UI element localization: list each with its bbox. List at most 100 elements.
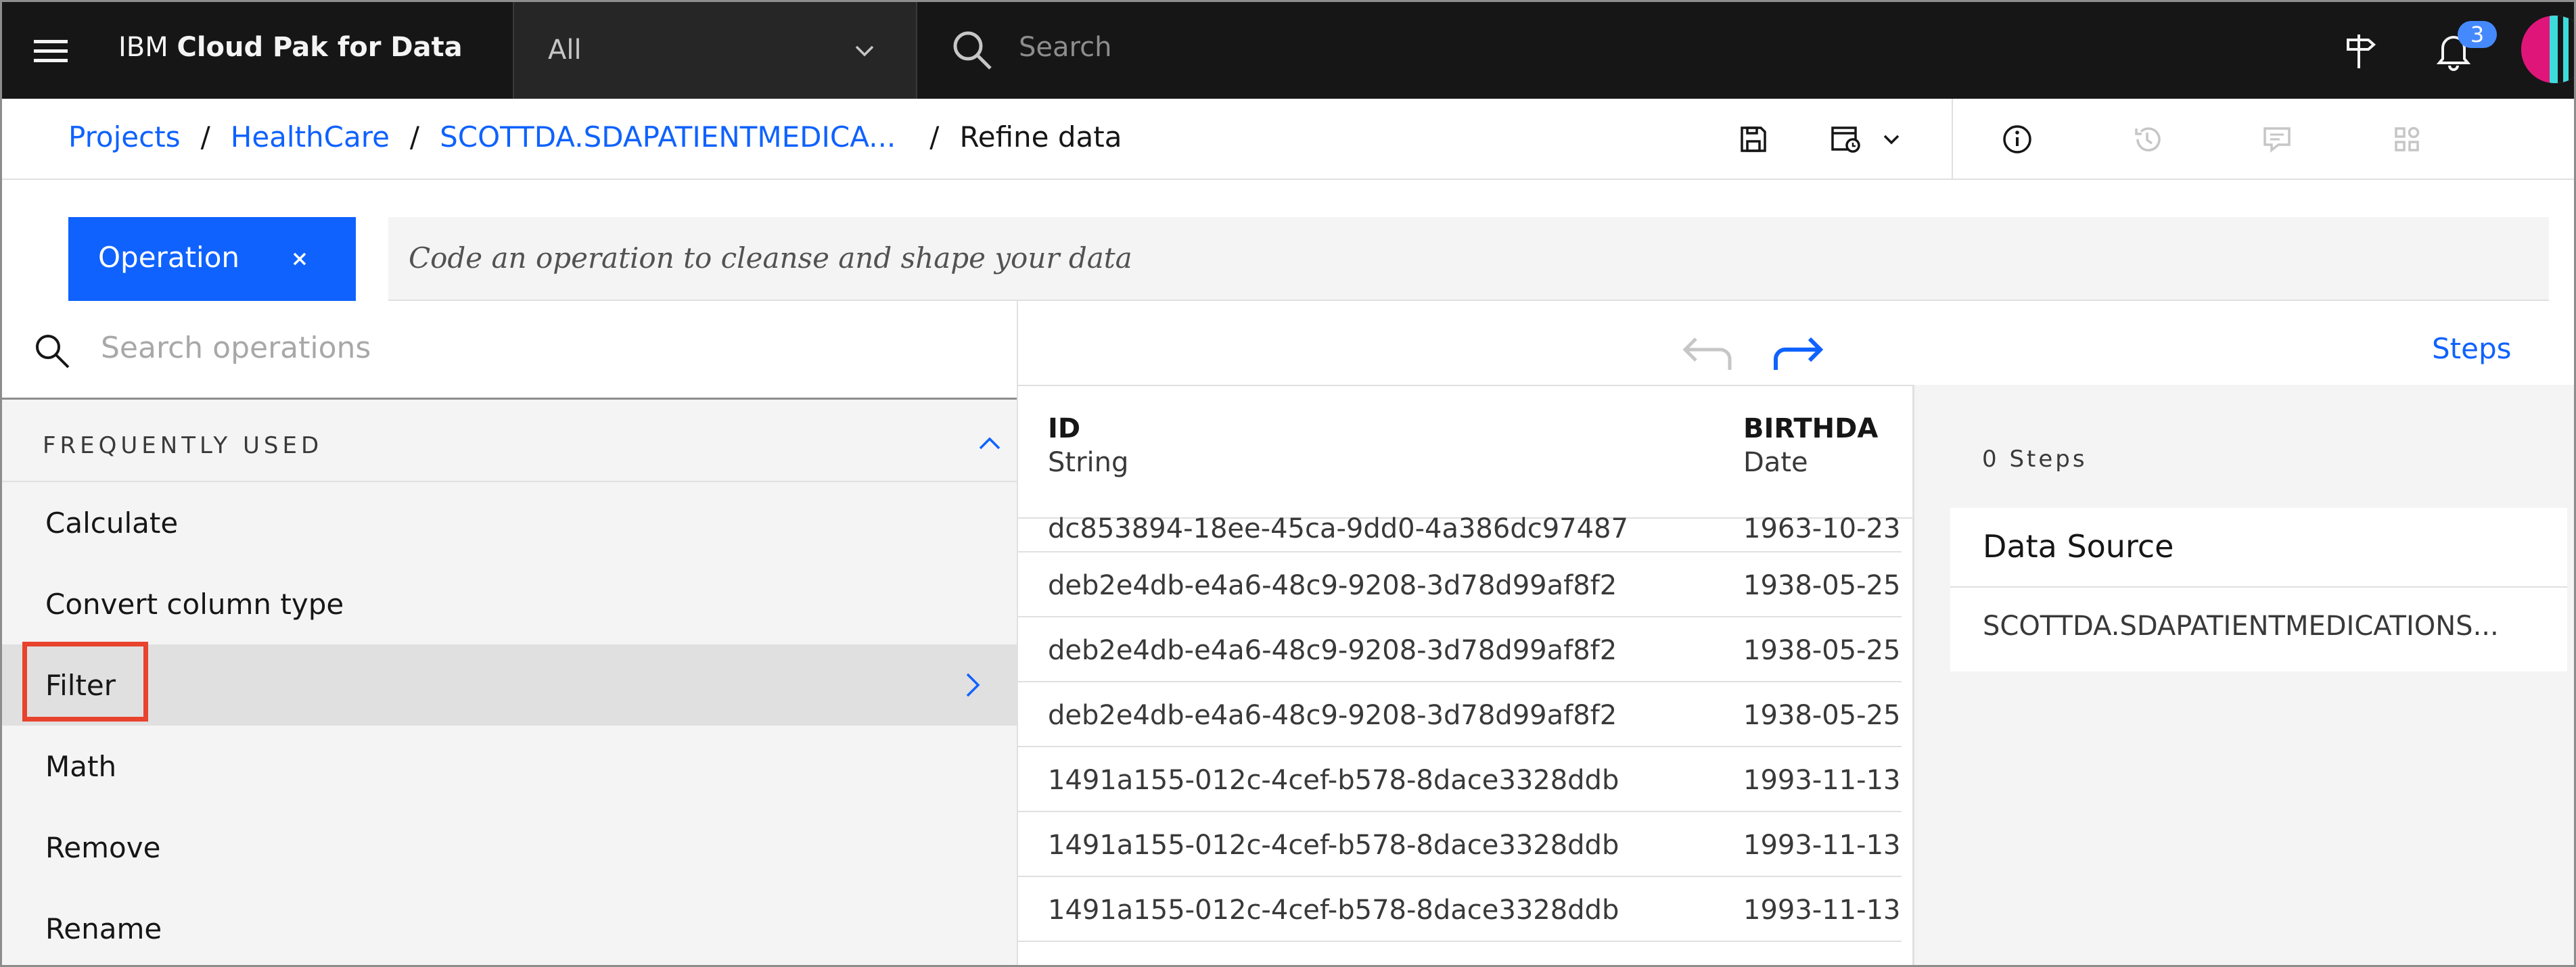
section-title: FREQUENTLY USED: [43, 432, 323, 459]
cell-birthdate: 1993-11-13: [1743, 765, 1901, 796]
card-divider: [1950, 586, 2567, 588]
table-row[interactable]: 1491a155-012c-4cef-b578-8dace3328ddb 199…: [1018, 877, 1902, 942]
undo-icon[interactable]: [1678, 332, 1736, 377]
operation-item-label: Math: [45, 750, 117, 783]
operations-search-input[interactable]: Search operations: [101, 331, 371, 365]
data-grid: ID String BIRTHDA Date dc853894-18ee-45c…: [1018, 385, 1914, 965]
operation-label: Operation: [98, 241, 240, 274]
operation-item-label: Rename: [45, 912, 162, 945]
operation-item-math[interactable]: Math: [2, 726, 1017, 807]
schedule-job-button[interactable]: [1815, 99, 1916, 180]
page-title: Refine data: [959, 120, 1122, 154]
redo-icon[interactable]: [1769, 332, 1827, 377]
product-name[interactable]: IBM Cloud Pak for Data: [118, 32, 463, 63]
scope-dropdown[interactable]: All: [513, 2, 917, 99]
search-input[interactable]: Search: [1019, 32, 1111, 63]
scope-value: All: [548, 34, 582, 66]
breadcrumb-separator: /: [929, 120, 940, 154]
data-source-card[interactable]: Data Source SCOTTDA.SDAPATIENTMEDICATION…: [1950, 508, 2567, 671]
comments-button[interactable]: [2240, 99, 2314, 180]
info-button[interactable]: [1980, 99, 2054, 180]
operation-item-label: Convert column type: [45, 588, 344, 621]
app-frame: IBM Cloud Pak for Data All Search 3 Proj…: [0, 0, 2576, 967]
search-icon: [36, 335, 70, 369]
comment-icon: [2263, 127, 2291, 153]
column-type-id: String: [1048, 447, 1129, 478]
apps-icon: [2395, 126, 2420, 151]
search-icon: [953, 31, 992, 70]
save-icon: [1741, 126, 1766, 152]
operation-item-remove[interactable]: Remove: [2, 807, 1017, 888]
chevron-down-icon: [855, 45, 874, 57]
cell-id: deb2e4db-e4a6-48c9-9208-3d78d99af8f2: [1048, 700, 1617, 731]
data-source-title: Data Source: [1983, 528, 2174, 565]
cell-birthdate: 1938-05-25: [1743, 570, 1901, 601]
avatar[interactable]: [2521, 16, 2574, 83]
steps-panel: 0 Steps Data Source SCOTTDA.SDAPATIENTME…: [1914, 385, 2574, 965]
cell-id: deb2e4db-e4a6-48c9-9208-3d78d99af8f2: [1048, 635, 1617, 666]
breadcrumb-data-asset[interactable]: SCOTTDA.SDAPATIENTMEDICA...: [440, 120, 896, 154]
chevron-down-icon: [1883, 135, 1900, 145]
operations-search[interactable]: Search operations: [2, 301, 1017, 400]
data-source-name: SCOTTDA.SDAPATIENTMEDICATIONS...: [1983, 611, 2499, 642]
brand-name: Cloud Pak for Data: [177, 32, 463, 63]
operation-item-rename[interactable]: Rename: [2, 888, 1017, 965]
chevron-right-icon: [966, 673, 980, 697]
cell-birthdate: 1938-05-25: [1743, 635, 1901, 666]
operation-item-convert-column-type[interactable]: Convert column type: [2, 563, 1017, 644]
cell-id: dc853894-18ee-45ca-9dd0-4a386dc97487: [1048, 513, 1628, 544]
notifications-button[interactable]: 3: [2406, 2, 2501, 99]
code-operation-input[interactable]: Code an operation to cleanse and shape y…: [388, 217, 2549, 301]
cell-id: 1491a155-012c-4cef-b578-8dace3328ddb: [1048, 895, 1619, 926]
steps-count: 0 Steps: [1982, 446, 2088, 473]
global-search[interactable]: Search: [917, 2, 2307, 99]
table-row[interactable]: deb2e4db-e4a6-48c9-9208-3d78d99af8f2 193…: [1018, 617, 1902, 682]
signpost-icon: [2347, 34, 2376, 68]
operation-item-calculate[interactable]: Calculate: [2, 482, 1017, 563]
code-placeholder: Code an operation to cleanse and shape y…: [409, 241, 1132, 275]
column-header-id[interactable]: ID: [1048, 413, 1080, 444]
table-row[interactable]: 1491a155-012c-4cef-b578-8dace3328ddb 199…: [1018, 812, 1902, 877]
hamburger-menu-icon[interactable]: [17, 17, 85, 85]
cell-id: 1491a155-012c-4cef-b578-8dace3328ddb: [1048, 765, 1619, 796]
cell-id: deb2e4db-e4a6-48c9-9208-3d78d99af8f2: [1048, 570, 1617, 601]
cell-birthdate: 1938-05-25: [1743, 700, 1901, 731]
steps-link[interactable]: Steps: [2432, 332, 2512, 365]
frequently-used-header[interactable]: FREQUENTLY USED: [2, 402, 1017, 482]
breadcrumb-projects[interactable]: Projects: [68, 120, 181, 154]
breadcrumb-bar: Projects / HealthCare / SCOTTDA.SDAPATIE…: [2, 99, 2574, 180]
breadcrumb-healthcare[interactable]: HealthCare: [231, 120, 390, 154]
column-header-birthdate[interactable]: BIRTHDA: [1743, 413, 1878, 444]
launch-button[interactable]: [2312, 2, 2406, 99]
table-row[interactable]: 1491a155-012c-4cef-b578-8dace3328ddb 199…: [1018, 747, 1902, 812]
avatar-pattern-icon: [2521, 16, 2574, 83]
filter-highlight-annotation: [22, 642, 148, 722]
cell-birthdate: 1993-11-13: [1743, 830, 1901, 861]
grid-header: ID String BIRTHDA Date: [1018, 386, 1914, 519]
top-header: IBM Cloud Pak for Data All Search 3: [2, 2, 2574, 99]
operation-item-label: Remove: [45, 831, 161, 864]
operation-item-label: Calculate: [45, 506, 179, 540]
history-icon: [2135, 127, 2161, 151]
breadcrumb-separator: /: [409, 120, 420, 154]
toolbar-divider: [1952, 99, 1953, 180]
cell-birthdate: 1993-11-13: [1743, 895, 1901, 926]
table-row[interactable]: dc853894-18ee-45ca-9dd0-4a386dc97487 196…: [1018, 504, 1902, 552]
close-icon[interactable]: [285, 244, 315, 274]
table-row[interactable]: deb2e4db-e4a6-48c9-9208-3d78d99af8f2 193…: [1018, 682, 1902, 747]
cell-id: 1491a155-012c-4cef-b578-8dace3328ddb: [1048, 830, 1619, 861]
chevron-up-icon: [979, 437, 1001, 450]
save-button[interactable]: [1716, 99, 1791, 180]
apps-button[interactable]: [2370, 99, 2444, 180]
info-icon: [2003, 125, 2031, 154]
table-row[interactable]: deb2e4db-e4a6-48c9-9208-3d78d99af8f2 193…: [1018, 552, 1902, 617]
brand-prefix: IBM: [118, 32, 168, 63]
operation-button[interactable]: Operation: [68, 217, 356, 301]
column-type-birthdate: Date: [1743, 447, 1808, 478]
operation-item-filter[interactable]: Filter: [2, 644, 1017, 726]
notification-count-badge: 3: [2458, 21, 2497, 48]
breadcrumb: Projects / HealthCare / SCOTTDA.SDAPATIE…: [68, 120, 1122, 154]
cell-birthdate: 1963-10-23: [1743, 513, 1901, 544]
history-button[interactable]: [2110, 99, 2184, 180]
operations-panel: Search operations FREQUENTLY USED Calcul…: [2, 301, 1018, 965]
